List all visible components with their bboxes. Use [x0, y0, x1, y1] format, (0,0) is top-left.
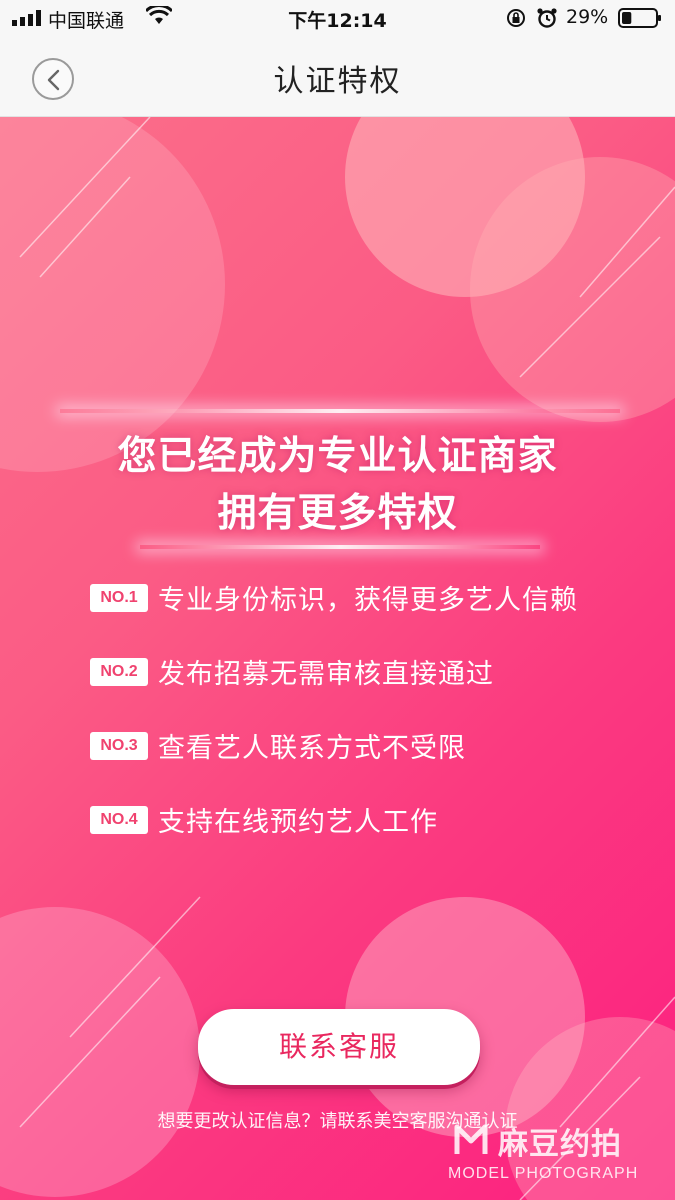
headline-glow-top: [60, 409, 620, 413]
benefit-text: 专业身份标识，获得更多艺人信赖: [158, 585, 578, 616]
headline-line-1: 您已经成为专业认证商家: [117, 434, 558, 479]
benefit-item: NO.1 专业身份标识，获得更多艺人信赖: [90, 578, 578, 616]
benefit-item: NO.4 支持在线预约艺人工作: [90, 800, 438, 838]
battery-icon: [618, 8, 661, 28]
benefit-badge: NO.4: [90, 805, 148, 834]
benefit-text: 支持在线预约艺人工作: [158, 807, 438, 838]
certification-panel: 您已经成为专业认证商家 拥有更多特权 NO.1 专业身份标识，获得更多艺人信赖 N…: [0, 117, 675, 1200]
nav-bar: 认证特权: [0, 36, 675, 117]
benefit-badge: NO.3: [90, 731, 148, 760]
benefit-item: NO.2 发布招募无需审核直接通过: [90, 652, 494, 690]
battery-percent: 29%: [566, 6, 609, 28]
watermark-brand-cn: 麻豆约拍: [498, 1127, 622, 1162]
alarm-icon: [537, 8, 557, 28]
brand-logo-icon: [454, 1124, 488, 1154]
benefit-text: 发布招募无需审核直接通过: [158, 659, 494, 690]
benefit-badge: NO.2: [90, 657, 148, 686]
watermark: 麻豆约拍 MODEL PHOTOGRAPH: [444, 1115, 675, 1195]
contact-service-button[interactable]: 联系客服: [198, 1009, 480, 1085]
page-title: 认证特权: [273, 64, 402, 99]
status-bar: 中国联通 下午12:14 29%: [0, 0, 675, 36]
benefit-item: NO.3 查看艺人联系方式不受限: [90, 726, 466, 764]
watermark-brand-en: MODEL PHOTOGRAPH: [448, 1165, 639, 1182]
benefit-badge: NO.1: [90, 583, 148, 612]
headline-line-2: 拥有更多特权: [217, 491, 458, 536]
headline-glow-bottom: [140, 545, 540, 549]
orientation-lock-icon: [507, 9, 525, 27]
benefit-text: 查看艺人联系方式不受限: [158, 733, 466, 764]
